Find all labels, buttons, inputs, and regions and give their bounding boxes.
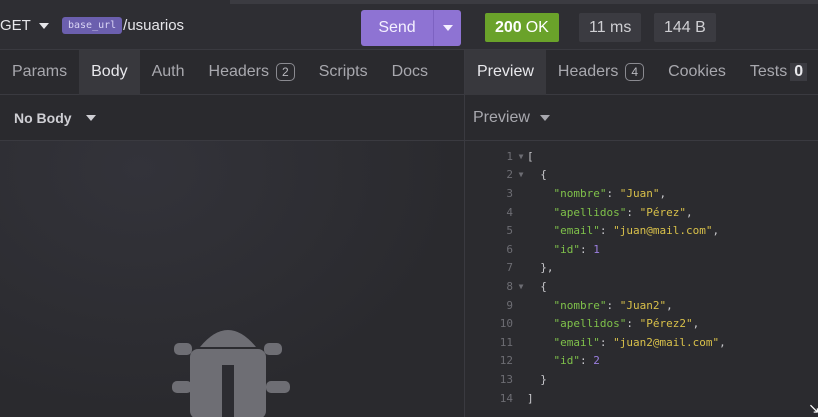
url-input[interactable]: base_url /usuarios (62, 17, 184, 34)
send-options-button[interactable] (434, 25, 461, 31)
code-line: 10 "apellidos": "Pérez2", (465, 314, 818, 333)
code-line: 1 ▼[ (465, 147, 818, 166)
line-number: 5 (506, 224, 513, 238)
code-text: "id": 1 (553, 242, 600, 256)
response-preview[interactable]: 1 ▼[2 ▼ {3 "nombre": "Juan", 4 "apellidos":… (465, 141, 818, 417)
response-time: 11 ms (579, 13, 642, 42)
response-size: 144 B (654, 13, 716, 42)
code-text: "id": 2 (553, 354, 600, 368)
tab-preview[interactable]: Preview (465, 49, 546, 95)
tab-docs[interactable]: Docs (380, 50, 440, 95)
tab-label: Headers (557, 63, 619, 80)
code-text: "nombre": "Juan2", (553, 298, 673, 312)
line-number: 3 (506, 186, 513, 200)
line-number: 2 (506, 168, 513, 182)
code-line: 3 "nombre": "Juan", (465, 184, 818, 203)
fold-chevron-icon[interactable]: ▼ (515, 170, 527, 179)
code-text: } (527, 372, 547, 386)
method-label: GET (0, 17, 31, 34)
code-line: 11 "email": "juan2@mail.com", (465, 333, 818, 352)
response-tabs: Preview Headers 4 Cookies Tests 0 (465, 49, 818, 95)
send-label: Send (378, 19, 416, 36)
line-number: 13 (499, 372, 513, 386)
count-badge: 2 (276, 63, 295, 81)
tab-label: Auth (151, 63, 185, 80)
code-text: "apellidos": "Pérez", (553, 205, 693, 219)
tab-headers[interactable]: Headers 2 (197, 50, 307, 95)
tab-label: Cookies (668, 63, 726, 80)
tab-body[interactable]: Body (79, 49, 140, 95)
code-text: "apellidos": "Pérez2", (553, 317, 700, 331)
line-number: 11 (499, 335, 513, 349)
count-badge: 0 (790, 63, 808, 81)
code-line: 4 "apellidos": "Pérez", (465, 203, 818, 222)
tab-cookies[interactable]: Cookies (656, 50, 738, 95)
status-code: 200 (495, 18, 522, 36)
preview-mode-label: Preview (473, 109, 530, 126)
status-badge: 200 OK (485, 13, 559, 42)
code-line: 2 ▼ { (465, 166, 818, 185)
count-badge: 4 (625, 63, 645, 81)
preview-mode-selector[interactable]: Preview (465, 96, 818, 141)
line-number: 12 (499, 354, 513, 368)
chevron-down-icon (539, 115, 550, 121)
line-number: 14 (499, 391, 513, 405)
line-number: 6 (506, 242, 513, 256)
line-number: 1 (506, 149, 513, 163)
tab-scripts[interactable]: Scripts (307, 50, 380, 95)
chevron-down-icon (442, 25, 453, 31)
code-line: 6 "id": 1 (465, 240, 818, 259)
request-tabs: Params Body Auth Headers 2 Scripts Docs (0, 49, 464, 95)
tab-auth[interactable]: Auth (140, 50, 197, 95)
line-number: 4 (506, 205, 513, 219)
code-line: 7 }, (465, 259, 818, 278)
tab-label: Preview (477, 63, 534, 80)
chevron-down-icon (38, 22, 49, 29)
line-number: 10 (499, 317, 513, 331)
tab-params[interactable]: Params (0, 50, 79, 95)
top-divider (230, 0, 818, 4)
line-number: 8 (506, 279, 513, 293)
tab-response-headers[interactable]: Headers 4 (546, 50, 656, 95)
request-body-panel (0, 141, 464, 417)
line-number: 9 (506, 298, 513, 312)
code-text: "email": "juan2@mail.com", (553, 335, 726, 349)
code-text: }, (527, 261, 554, 275)
tab-tests[interactable]: Tests 0 (738, 50, 808, 95)
mouse-cursor-icon: ↘ (808, 400, 818, 416)
body-type-selector[interactable]: No Body (0, 96, 464, 141)
code-line: 14] (465, 389, 818, 408)
code-line: 5 "email": "juan@mail.com", (465, 221, 818, 240)
code-line: 13 } (465, 370, 818, 389)
request-bar: GET base_url /usuarios Send 200 OK 11 ms… (0, 0, 818, 50)
code-text: { (527, 279, 547, 293)
url-path: /usuarios (123, 17, 185, 34)
code-text: ] (527, 391, 534, 405)
tab-label: Docs (391, 63, 429, 80)
code-text: { (527, 168, 547, 182)
bug-icon (172, 330, 290, 417)
tab-label: Tests (749, 63, 788, 80)
code-line: 12 "id": 2 (465, 352, 818, 371)
status-text: OK (525, 18, 549, 36)
fold-chevron-icon[interactable]: ▼ (515, 282, 527, 291)
tab-label: Params (12, 63, 68, 80)
tab-label: Body (91, 63, 128, 80)
code-text: "nombre": "Juan", (553, 186, 667, 200)
tab-label: Scripts (318, 63, 368, 80)
fold-chevron-icon[interactable]: ▼ (515, 152, 527, 161)
send-button[interactable]: Send (361, 10, 461, 46)
tab-label: Headers (208, 63, 269, 80)
url-variable-tag[interactable]: base_url (62, 17, 123, 34)
code-line: 8 ▼ { (465, 277, 818, 296)
chevron-down-icon (85, 115, 96, 121)
code-text: "email": "juan@mail.com", (553, 224, 720, 238)
line-number: 7 (506, 261, 513, 275)
code-line: 9 "nombre": "Juan2", (465, 296, 818, 315)
body-type-label: No Body (14, 110, 72, 126)
method-selector[interactable]: GET (0, 17, 49, 34)
code-text: [ (527, 149, 534, 163)
